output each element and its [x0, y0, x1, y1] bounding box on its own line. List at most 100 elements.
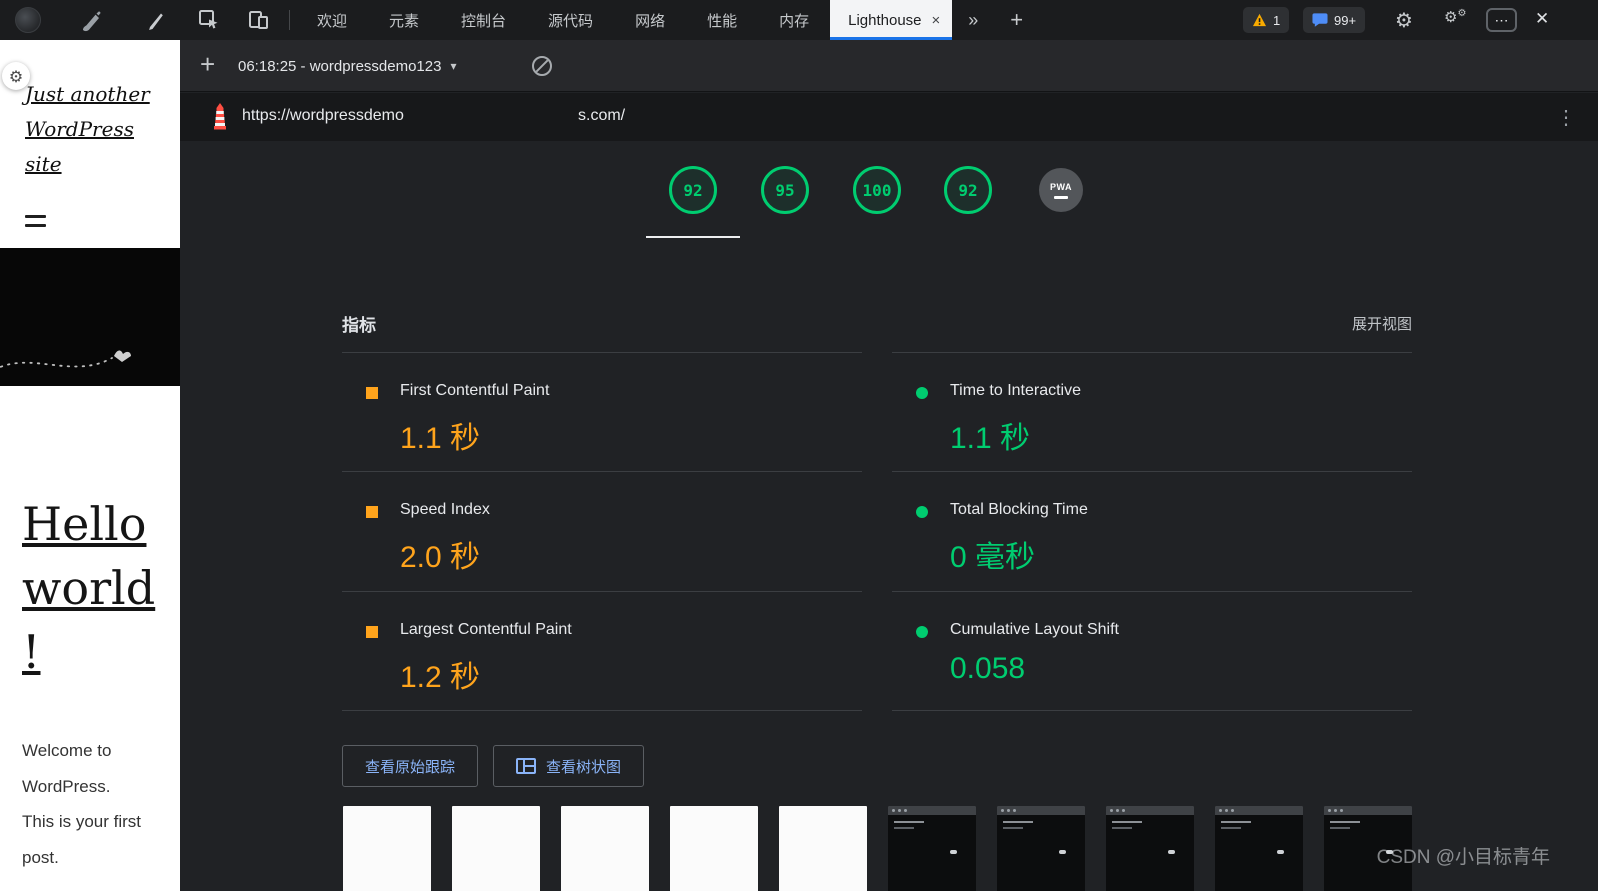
sphere-extension-icon[interactable]: [15, 7, 41, 33]
metric-value: 1.1 秒: [950, 422, 1031, 455]
site-tagline: Just another WordPress site: [25, 82, 150, 176]
lighthouse-logo-icon: [214, 103, 226, 130]
metrics-grid: First Contentful Paint 1.1 秒 Time to Int…: [342, 352, 1412, 711]
devtools-top-bar: 欢迎 元素 控制台 源代码 网络 性能 内存 Lighthouse × » + …: [0, 0, 1598, 40]
filmstrip-frame: [1215, 806, 1303, 891]
new-tab-icon[interactable]: +: [994, 0, 1039, 40]
lighthouse-toolbar: + 06:18:25 - wordpressdemo123 ▾: [180, 40, 1598, 92]
more-tabs-icon[interactable]: »: [952, 0, 994, 40]
metric-good-circle-icon: [916, 626, 928, 638]
close-tab-icon[interactable]: ×: [932, 12, 941, 29]
treemap-icon: [516, 758, 537, 774]
metric-name: First Contentful Paint: [400, 382, 550, 399]
lighthouse-report: 92 95 100 92 PWA 指标 展开视图 First Contentfu…: [180, 141, 1598, 891]
close-devtools-icon[interactable]: ✕: [1535, 9, 1549, 29]
metric-total-blocking-time: Total Blocking Time 0 毫秒: [892, 471, 1412, 591]
toolbar-divider: [289, 10, 290, 30]
filmstrip-frame: [670, 806, 758, 891]
report-selector-dropdown[interactable]: 06:18:25 - wordpressdemo123 ▾: [238, 53, 457, 79]
inspect-element-icon[interactable]: [198, 9, 220, 31]
gear-icon: ⚙: [1444, 8, 1458, 26]
score-gauge-best-practices[interactable]: 100: [853, 166, 901, 214]
warning-icon: [1252, 13, 1267, 27]
pwa-label: PWA: [1049, 181, 1072, 192]
metric-value: 2.0 秒: [400, 541, 481, 574]
tab-network[interactable]: 网络: [614, 0, 686, 40]
tab-welcome[interactable]: 欢迎: [296, 0, 368, 40]
tab-lighthouse-label: Lighthouse: [848, 11, 922, 29]
message-bubble-icon: [1312, 13, 1328, 27]
tab-console[interactable]: 控制台: [440, 0, 527, 40]
metric-name: Largest Contentful Paint: [400, 621, 572, 638]
view-original-trace-button[interactable]: 查看原始跟踪: [342, 745, 479, 787]
filmstrip-frame: [343, 806, 431, 891]
view-treemap-button[interactable]: 查看树状图: [493, 745, 645, 787]
pwa-dash: [1054, 195, 1068, 199]
tab-performance[interactable]: 性能: [686, 0, 758, 40]
report-options-kebab-icon[interactable]: ⋮: [1556, 105, 1576, 130]
settings-gear-icon[interactable]: ⚙: [1395, 8, 1413, 32]
report-actions: 查看原始跟踪 查看树状图: [342, 745, 645, 787]
filmstrip-frame: [779, 806, 867, 891]
filmstrip-frame: [452, 806, 540, 891]
metric-good-circle-icon: [916, 506, 928, 518]
expand-view-toggle[interactable]: 展开视图: [1352, 313, 1412, 334]
message-count: 99+: [1334, 12, 1357, 28]
metric-speed-index: Speed Index 2.0 秒: [342, 471, 862, 591]
selected-category-indicator: [646, 236, 740, 238]
metric-value: 1.2 秒: [400, 661, 481, 694]
site-preview: Just another WordPress site Hello world …: [0, 40, 180, 891]
metric-warning-square-icon: [366, 506, 378, 518]
metric-warning-square-icon: [366, 387, 378, 399]
filmstrip-frame: [561, 806, 649, 891]
metric-good-circle-icon: [916, 387, 928, 399]
score-gauge-accessibility[interactable]: 95: [761, 166, 809, 214]
devtools-tabbar: 欢迎 元素 控制台 源代码 网络 性能 内存 Lighthouse × » +: [296, 0, 1039, 40]
tab-sources[interactable]: 源代码: [527, 0, 614, 40]
metric-name: Speed Index: [400, 501, 490, 518]
pen-icon[interactable]: [143, 8, 167, 32]
gear-small-icon: ⚙: [1457, 8, 1467, 19]
metric-largest-contentful-paint: Largest Contentful Paint 1.2 秒: [342, 591, 862, 711]
warning-count: 1: [1273, 12, 1281, 28]
view-treemap-label: 查看树状图: [546, 758, 622, 776]
gears-icon[interactable]: ⚙⚙: [1444, 8, 1466, 26]
header-image: [0, 248, 180, 386]
audited-url-suffix[interactable]: s.com/: [578, 107, 625, 125]
metric-value: 0 毫秒: [950, 541, 1036, 574]
metric-warning-square-icon: [366, 626, 378, 638]
metric-time-to-interactive: Time to Interactive 1.1 秒: [892, 352, 1412, 471]
audited-url-prefix[interactable]: https://wordpressdemo: [242, 107, 404, 125]
metric-value: 1.1 秒: [400, 422, 481, 455]
tab-elements[interactable]: 元素: [368, 0, 440, 40]
tab-lighthouse[interactable]: Lighthouse ×: [830, 0, 953, 40]
menu-icon[interactable]: [25, 215, 46, 233]
messages-badge[interactable]: 99+: [1303, 7, 1366, 33]
score-gauge-performance[interactable]: 92: [669, 166, 717, 214]
view-trace-label: 查看原始跟踪: [365, 758, 456, 776]
tab-memory[interactable]: 内存: [758, 0, 830, 40]
brush-icon[interactable]: [78, 7, 104, 33]
device-toolbar-icon[interactable]: [247, 9, 269, 31]
clear-reports-icon[interactable]: [532, 56, 552, 76]
warnings-badge[interactable]: 1: [1243, 7, 1290, 33]
metric-value: 0.058: [950, 652, 1026, 685]
customize-gear-icon[interactable]: ⚙: [2, 62, 30, 90]
filmstrip-frame: [1106, 806, 1194, 891]
filmstrip: [343, 806, 1412, 891]
filmstrip-frame: [888, 806, 976, 891]
screen: 欢迎 元素 控制台 源代码 网络 性能 内存 Lighthouse × » + …: [0, 0, 1598, 891]
watermark: CSDN @小目标青年: [1376, 847, 1550, 868]
new-report-icon[interactable]: +: [200, 49, 215, 80]
report-url-bar: https://wordpressdemo s.com/ ⋮: [180, 93, 1598, 141]
filmstrip-frame: [997, 806, 1085, 891]
more-options-button[interactable]: ⋯: [1486, 8, 1517, 32]
metric-name: Total Blocking Time: [950, 501, 1088, 518]
score-gauge-seo[interactable]: 92: [944, 166, 992, 214]
metric-name: Time to Interactive: [950, 382, 1082, 399]
report-selector-label: 06:18:25 - wordpressdemo123: [238, 57, 442, 75]
post-excerpt: Welcome to WordPress. This is your first…: [22, 741, 142, 867]
pwa-badge[interactable]: PWA: [1039, 168, 1083, 212]
post-title-link[interactable]: Hello world !: [22, 492, 155, 684]
metrics-section-title: 指标: [342, 316, 376, 335]
